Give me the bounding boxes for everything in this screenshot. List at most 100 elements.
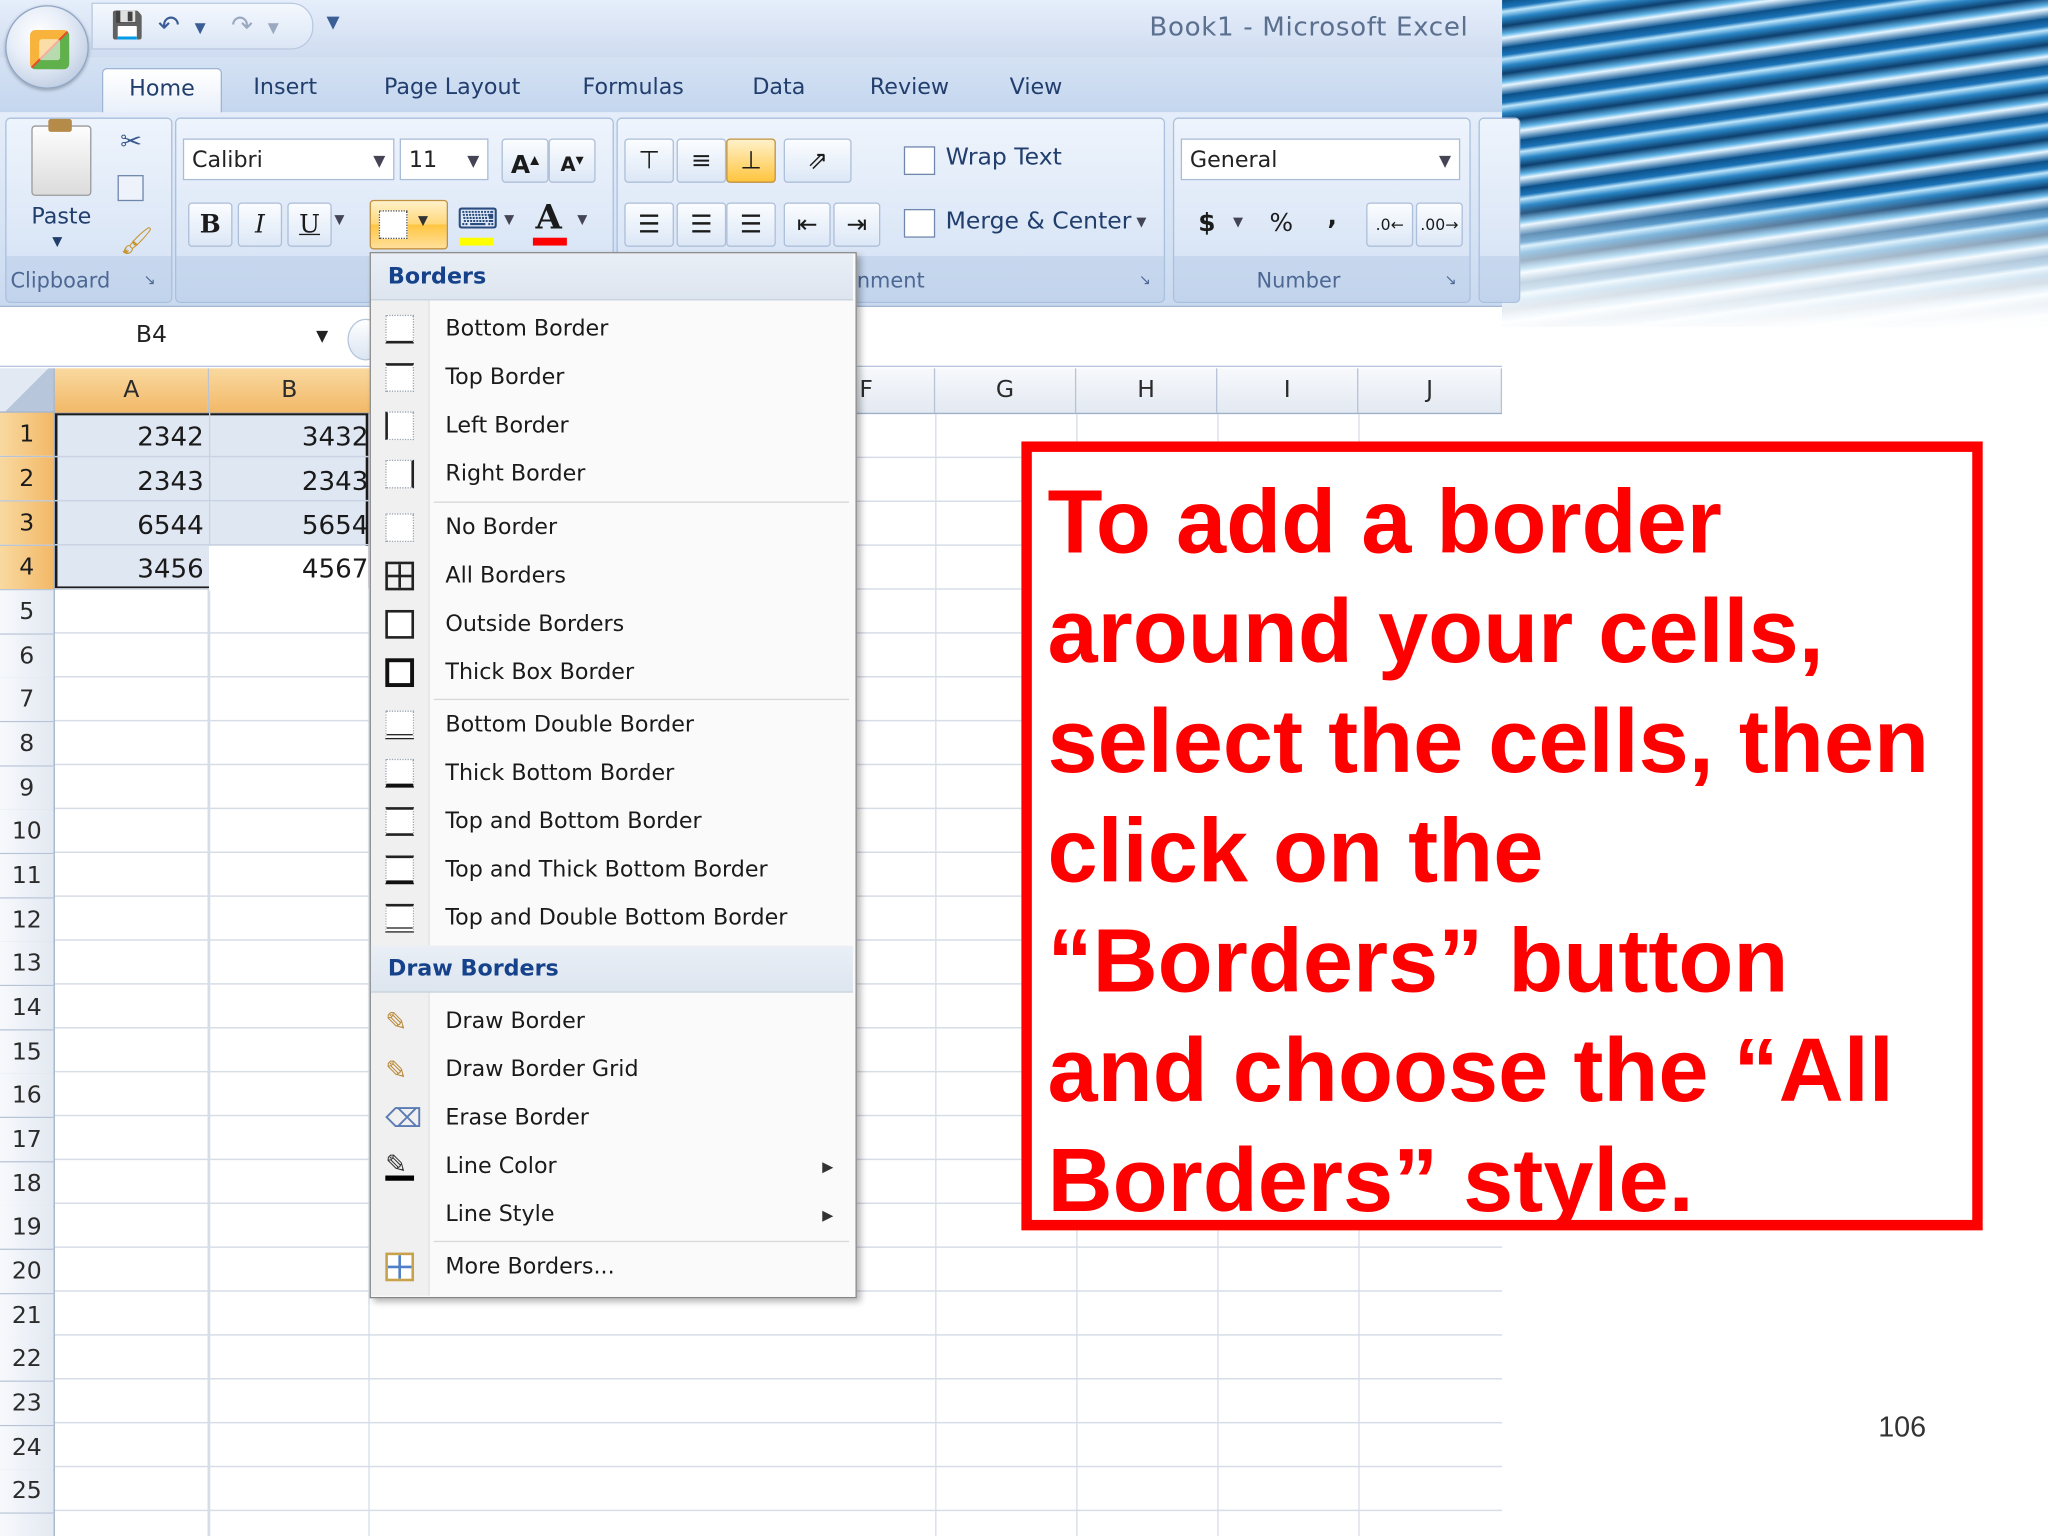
cell-a2[interactable]: 2343	[55, 458, 203, 502]
dialog-launcher-icon[interactable]: ↘	[1139, 272, 1151, 289]
align-left-icon[interactable]: ☰	[624, 202, 674, 247]
row-header[interactable]: 10	[0, 809, 55, 855]
select-all-button[interactable]	[0, 368, 55, 413]
column-header-i[interactable]: I	[1217, 368, 1359, 413]
row-header[interactable]: 3	[0, 501, 55, 546]
row-header[interactable]: 7	[0, 677, 55, 723]
menu-item-line-color[interactable]: ✎ Line Color ▶	[371, 1143, 853, 1191]
underline-dropdown-icon[interactable]: ▼	[334, 213, 344, 227]
row-header[interactable]: 5	[0, 590, 55, 635]
menu-item-line-style[interactable]: Line Style ▶	[371, 1191, 853, 1239]
chevron-down-icon[interactable]: ▼	[467, 140, 479, 182]
menu-item-erase-border[interactable]: ⌫ Erase Border	[371, 1095, 853, 1143]
undo-dropdown-icon[interactable]: ▼	[195, 20, 206, 37]
row-header[interactable]: 8	[0, 722, 55, 767]
decrease-decimal-icon[interactable]: .00→	[1415, 202, 1463, 247]
cut-icon[interactable]: ✂	[120, 125, 142, 156]
wrap-text-button[interactable]: Wrap Text	[946, 144, 1062, 171]
row-header[interactable]: 6	[0, 634, 55, 680]
bottom-align-icon[interactable]: ⊥	[726, 138, 776, 183]
menu-item-thick-bottom-border[interactable]: Thick Bottom Border	[371, 750, 853, 798]
row-header[interactable]: 13	[0, 941, 55, 987]
save-icon[interactable]: 💾	[111, 9, 144, 40]
percent-button[interactable]: %	[1262, 202, 1301, 244]
redo-icon[interactable]: ↷	[231, 9, 253, 40]
shrink-font-button[interactable]: A▼	[548, 138, 596, 183]
merge-dropdown-icon[interactable]: ▼	[1136, 216, 1146, 230]
font-color-dropdown-icon[interactable]: ▼	[577, 213, 587, 227]
row-header[interactable]: 9	[0, 766, 55, 812]
comma-button[interactable]: ,	[1314, 196, 1351, 238]
row-header[interactable]: 1	[0, 412, 55, 458]
italic-button[interactable]: I	[237, 202, 283, 247]
underline-button[interactable]: U	[287, 202, 332, 247]
font-name-combo[interactable]: Calibri ▼	[182, 138, 395, 182]
row-header[interactable]	[0, 1513, 55, 1536]
bold-button[interactable]: B	[188, 202, 233, 247]
middle-align-icon[interactable]: ≡	[676, 138, 727, 183]
menu-item-more-borders[interactable]: More Borders...	[371, 1243, 853, 1291]
column-header-j[interactable]: J	[1358, 368, 1503, 413]
column-header-h[interactable]: H	[1076, 368, 1218, 413]
borders-button[interactable]: ▼	[369, 199, 448, 250]
orientation-icon[interactable]: ⇗	[783, 138, 852, 183]
align-right-icon[interactable]: ☰	[726, 202, 776, 247]
chevron-down-icon[interactable]: ▼	[316, 327, 328, 345]
office-button[interactable]	[5, 5, 89, 89]
column-header-f[interactable]: F	[854, 368, 936, 413]
paste-dropdown-icon[interactable]: ▼	[52, 235, 62, 249]
menu-item-draw-border-grid[interactable]: ✎ Draw Border Grid	[371, 1046, 853, 1094]
row-header[interactable]: 12	[0, 898, 55, 944]
row-header[interactable]: 19	[0, 1205, 55, 1250]
menu-item-top-and-thick-bottom-border[interactable]: Top and Thick Bottom Border	[371, 846, 853, 894]
menu-item-top-border[interactable]: Top Border	[371, 354, 853, 402]
column-header-g[interactable]: G	[935, 368, 1077, 413]
tab-review[interactable]: Review	[870, 68, 949, 112]
row-header[interactable]: 20	[0, 1249, 55, 1295]
font-size-combo[interactable]: 11 ▼	[399, 138, 489, 182]
row-header[interactable]: 23	[0, 1381, 55, 1427]
currency-button[interactable]: $	[1189, 202, 1226, 244]
chevron-down-icon[interactable]: ▼	[1439, 140, 1451, 182]
row-header[interactable]: 2	[0, 457, 55, 502]
borders-dropdown-icon[interactable]: ▼	[418, 214, 428, 228]
row-header[interactable]: 18	[0, 1162, 55, 1207]
column-header-a[interactable]: A	[54, 368, 209, 413]
fill-color-icon[interactable]: ⌨	[457, 204, 498, 237]
increase-decimal-icon[interactable]: .0←	[1366, 202, 1414, 247]
tab-formulas[interactable]: Formulas	[583, 68, 684, 112]
tab-data[interactable]: Data	[752, 68, 805, 112]
paste-icon[interactable]	[31, 118, 92, 196]
row-header[interactable]: 14	[0, 986, 55, 1031]
menu-item-all-borders[interactable]: All Borders	[371, 552, 853, 600]
dialog-launcher-icon[interactable]: ↘	[1445, 272, 1457, 289]
increase-indent-icon[interactable]: ⇥	[833, 202, 881, 247]
name-box[interactable]: B4 ▼	[0, 313, 342, 360]
row-header[interactable]: 25	[0, 1469, 55, 1514]
row-header[interactable]: 16	[0, 1073, 55, 1119]
chevron-down-icon[interactable]: ▼	[373, 140, 385, 182]
menu-item-right-border[interactable]: Right Border	[371, 451, 853, 499]
cell-a4[interactable]: 3456	[55, 546, 203, 590]
menu-item-top-and-bottom-border[interactable]: Top and Bottom Border	[371, 798, 853, 846]
row-header[interactable]: 22	[0, 1337, 55, 1382]
row-header[interactable]: 21	[0, 1294, 55, 1339]
font-color-icon[interactable]: A	[536, 199, 562, 238]
undo-icon[interactable]: ↶	[158, 9, 180, 40]
format-painter-icon[interactable]: 🖌	[120, 225, 153, 256]
currency-dropdown-icon[interactable]: ▼	[1233, 216, 1243, 230]
menu-item-bottom-border[interactable]: Bottom Border	[371, 306, 853, 354]
menu-item-no-border[interactable]: No Border	[371, 504, 853, 552]
fill-dropdown-icon[interactable]: ▼	[504, 213, 514, 227]
cell-b2[interactable]: 2343	[209, 458, 368, 502]
tab-page-layout[interactable]: Page Layout	[384, 68, 520, 112]
decrease-indent-icon[interactable]: ⇤	[783, 202, 831, 247]
align-center-icon[interactable]: ☰	[676, 202, 727, 247]
tab-home[interactable]: Home	[101, 67, 223, 114]
menu-item-left-border[interactable]: Left Border	[371, 402, 853, 450]
menu-item-draw-border[interactable]: ✎ Draw Border	[371, 998, 853, 1046]
row-header[interactable]: 17	[0, 1118, 55, 1163]
cell-b4[interactable]: 4567	[208, 545, 369, 591]
tab-view[interactable]: View	[1010, 68, 1063, 112]
menu-item-outside-borders[interactable]: Outside Borders	[371, 601, 853, 649]
